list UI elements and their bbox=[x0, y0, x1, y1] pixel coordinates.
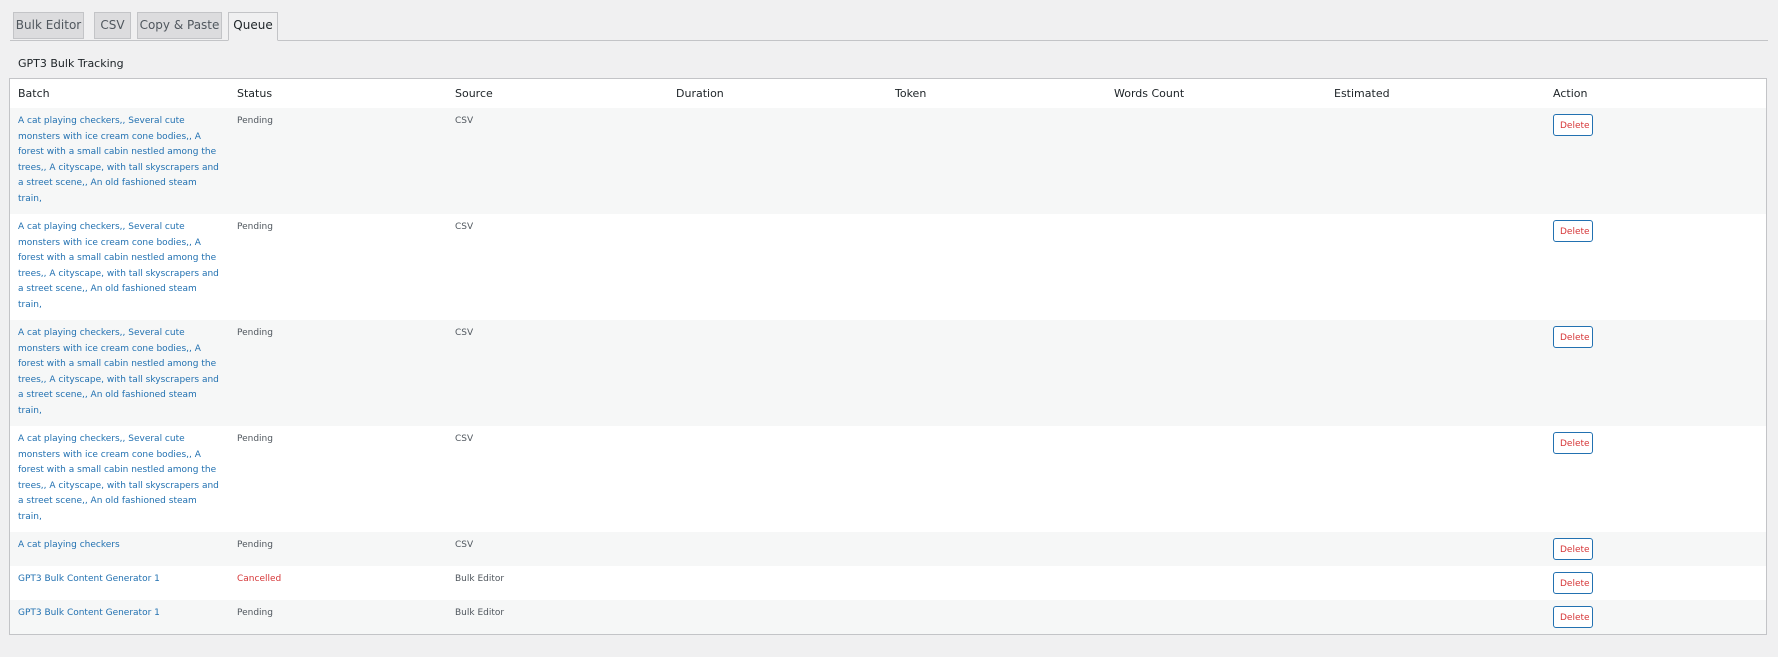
tab-copy-paste[interactable]: Copy & Paste bbox=[137, 12, 222, 39]
table-row: A cat playing checkers Pending CSV Delet… bbox=[10, 532, 1766, 566]
status-text: Pending bbox=[237, 608, 273, 618]
batch-link[interactable]: A cat playing checkers,, Several cute mo… bbox=[18, 432, 223, 525]
table-row: A cat playing checkers,, Several cute mo… bbox=[10, 108, 1766, 214]
status-text: Pending bbox=[237, 328, 273, 338]
column-header-token: Token bbox=[895, 87, 927, 100]
status-text: Pending bbox=[237, 540, 273, 550]
source-text: Bulk Editor bbox=[455, 574, 505, 584]
status-text: Cancelled bbox=[237, 574, 282, 584]
delete-button[interactable]: Delete bbox=[1553, 326, 1593, 348]
column-header-status: Status bbox=[237, 87, 273, 100]
batch-link[interactable]: A cat playing checkers,, Several cute mo… bbox=[18, 220, 223, 313]
source-text: Bulk Editor bbox=[455, 608, 505, 618]
status-text: Pending bbox=[237, 434, 273, 444]
source-text: CSV bbox=[455, 540, 474, 550]
table-header: Batch Status Source Duration Token Words… bbox=[10, 79, 1766, 109]
delete-button[interactable]: Delete bbox=[1553, 572, 1593, 594]
status-text: Pending bbox=[237, 116, 273, 126]
tab-bulk-editor[interactable]: Bulk Editor bbox=[13, 12, 84, 39]
column-header-action: Action bbox=[1553, 87, 1588, 100]
column-header-batch: Batch bbox=[18, 87, 50, 100]
source-text: CSV bbox=[455, 116, 474, 126]
table-row: GPT3 Bulk Content Generator 1 Cancelled … bbox=[10, 566, 1766, 600]
delete-button[interactable]: Delete bbox=[1553, 538, 1593, 560]
column-header-estimated: Estimated bbox=[1334, 87, 1390, 100]
batch-link[interactable]: A cat playing checkers,, Several cute mo… bbox=[18, 326, 223, 419]
column-header-duration: Duration bbox=[676, 87, 724, 100]
tab-queue[interactable]: Queue bbox=[228, 12, 278, 41]
table-row: A cat playing checkers,, Several cute mo… bbox=[10, 320, 1766, 426]
table-row: A cat playing checkers,, Several cute mo… bbox=[10, 426, 1766, 532]
batch-link[interactable]: GPT3 Bulk Content Generator 1 bbox=[18, 606, 223, 622]
source-text: CSV bbox=[455, 222, 474, 232]
table-row: A cat playing checkers,, Several cute mo… bbox=[10, 214, 1766, 320]
batch-link[interactable]: A cat playing checkers,, Several cute mo… bbox=[18, 114, 223, 207]
batch-link[interactable]: A cat playing checkers bbox=[18, 538, 223, 554]
delete-button[interactable]: Delete bbox=[1553, 220, 1593, 242]
source-text: CSV bbox=[455, 328, 474, 338]
batch-link[interactable]: GPT3 Bulk Content Generator 1 bbox=[18, 572, 223, 588]
delete-button[interactable]: Delete bbox=[1553, 606, 1593, 628]
tab-csv[interactable]: CSV bbox=[94, 12, 131, 39]
column-header-words-count: Words Count bbox=[1114, 87, 1185, 100]
delete-button[interactable]: Delete bbox=[1553, 114, 1593, 136]
delete-button[interactable]: Delete bbox=[1553, 432, 1593, 454]
column-header-source: Source bbox=[455, 87, 493, 100]
table-row: GPT3 Bulk Content Generator 1 Pending Bu… bbox=[10, 600, 1766, 634]
source-text: CSV bbox=[455, 434, 474, 444]
status-text: Pending bbox=[237, 222, 273, 232]
section-title: GPT3 Bulk Tracking bbox=[18, 57, 124, 70]
tab-bar: Bulk Editor CSV Copy & Paste Queue bbox=[10, 12, 1768, 41]
tracking-table: Batch Status Source Duration Token Words… bbox=[9, 78, 1767, 635]
